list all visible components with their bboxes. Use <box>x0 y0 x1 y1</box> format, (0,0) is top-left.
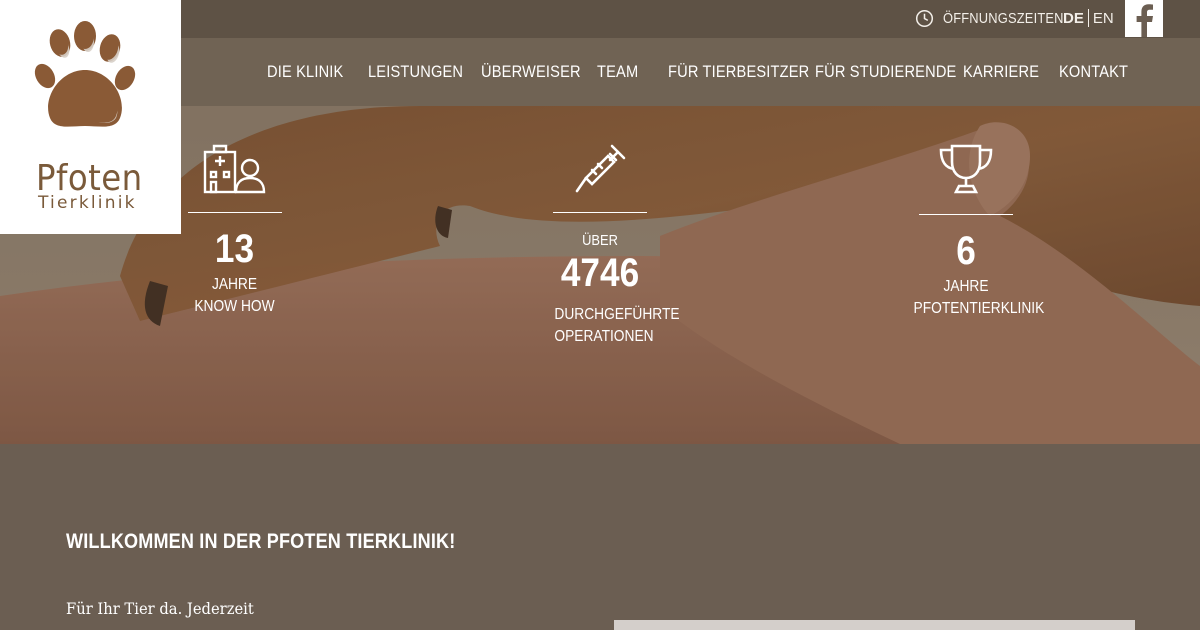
stat-label-line2: KNOW HOW <box>194 298 275 315</box>
stat-value: 6 <box>956 229 976 273</box>
facebook-icon <box>1136 4 1153 37</box>
stat-label-line1: DURCHGEFÜHRTE <box>554 306 680 323</box>
main-content: WILLKOMMEN IN DER PFOTEN TIERKLINIK! Für… <box>0 444 1200 630</box>
nav-team[interactable]: TEAM <box>597 62 638 82</box>
paw-logo-icon <box>34 21 136 127</box>
lang-en[interactable]: EN <box>1093 10 1114 27</box>
stat-label-line2: OPERATIONEN <box>554 328 654 345</box>
opening-hours-link[interactable]: ÖFFNUNGSZEITEN <box>915 7 1083 29</box>
welcome-heading: WILLKOMMEN IN DER PFOTEN TIERKLINIK! <box>66 530 456 553</box>
stat-label-line2: PFOTENTIERKLINIK <box>913 300 1045 317</box>
nav-fuer-tierbesitzer[interactable]: FÜR TIERBESITZER <box>668 62 809 82</box>
tagline: Für Ihr Tier da. Jederzeit <box>66 599 254 618</box>
trophy-icon <box>939 144 993 194</box>
clock-icon <box>915 9 934 27</box>
hospital-icon <box>203 144 265 194</box>
logo[interactable]: Pfoten Tierklinik <box>0 0 181 234</box>
stat-years-know-how: 13 JAHRE KNOW HOW <box>187 142 282 318</box>
nav-ueberweiser[interactable]: ÜBERWEISER <box>481 62 581 82</box>
nav-leistungen[interactable]: LEISTUNGEN <box>368 62 463 82</box>
stat-value: 13 <box>214 227 255 271</box>
opening-hours-label: ÖFFNUNGSZEITEN <box>943 9 1064 27</box>
lang-divider <box>1087 9 1089 27</box>
stat-value: 4746 <box>560 251 640 295</box>
nav-die-klinik[interactable]: DIE KLINIK <box>267 62 343 82</box>
facebook-link[interactable] <box>1125 0 1163 37</box>
language-switcher: DE EN <box>1063 8 1114 28</box>
stat-prefix: ÜBER <box>582 232 618 249</box>
syringe-icon <box>575 144 626 193</box>
stat-operations: ÜBER 4746 DURCHGEFÜHRTE OPERATIONEN <box>547 142 680 348</box>
media-box <box>614 620 1135 630</box>
logo-subtitle: Tierklinik <box>38 193 137 213</box>
nav-kontakt[interactable]: KONTAKT <box>1059 62 1128 82</box>
lang-de[interactable]: DE <box>1063 10 1084 27</box>
nav-fuer-studierende[interactable]: FÜR STUDIERENDE <box>815 62 956 82</box>
stat-label-line1: JAHRE <box>943 278 989 295</box>
nav-karriere[interactable]: KARRIERE <box>963 62 1039 82</box>
stat-label-line1: JAHRE <box>211 276 258 293</box>
stat-years-clinic: 6 JAHRE PFOTENTIERKLINIK <box>905 142 1045 320</box>
